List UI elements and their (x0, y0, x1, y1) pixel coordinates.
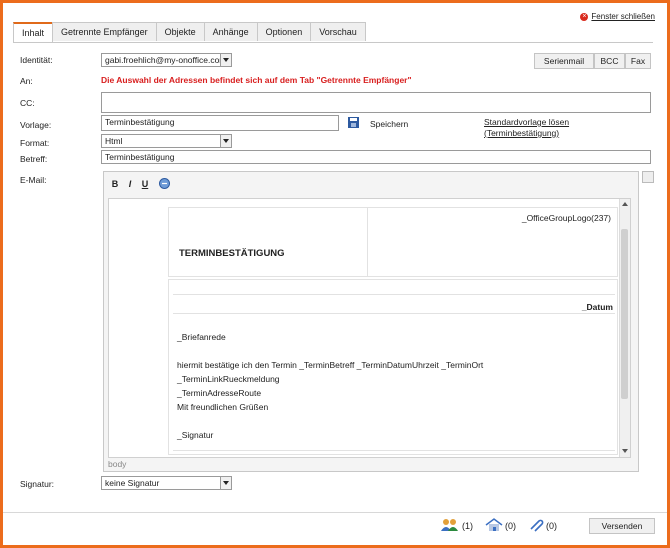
email-compose-window: × Fenster schließen Inhalt Getrennte Emp… (3, 3, 667, 545)
letter-heading: TERMINBESTÄTIGUNG (179, 248, 285, 259)
send-button[interactable]: Versenden (589, 518, 655, 534)
italic-button[interactable]: I (123, 177, 137, 191)
save-disk-icon[interactable] (348, 117, 359, 130)
contacts-counter[interactable]: (1) (440, 518, 473, 534)
contacts-count: (1) (462, 521, 473, 531)
attachments-count: (0) (546, 521, 557, 531)
betreff-label: Betreff: (20, 154, 48, 164)
fax-button[interactable]: Fax (625, 53, 651, 69)
tab-optionen[interactable]: Optionen (256, 22, 312, 41)
vorlage-label: Vorlage: (20, 120, 52, 130)
identity-value: gabi.froehlich@my-onoffice.com (105, 55, 227, 65)
logo-placeholder: _OfficeGroupLogo(237) (521, 213, 611, 223)
salutation-line: _Briefanrede (177, 332, 226, 342)
estates-counter[interactable]: (0) (485, 518, 516, 534)
cc-input[interactable] (101, 92, 651, 113)
tab-inhalt[interactable]: Inhalt (13, 22, 54, 43)
betreff-value: Terminbestätigung (105, 152, 175, 162)
close-window-link[interactable]: × Fenster schließen (580, 12, 655, 21)
format-value: Html (105, 136, 123, 146)
header-block: _OfficeGroupLogo(237) TERMINBESTÄTIGUNG (168, 207, 618, 277)
scroll-down-icon[interactable] (622, 449, 628, 453)
date-placeholder: _Datum (581, 302, 613, 312)
editor-scrollbar[interactable] (619, 199, 630, 457)
tab-anhaenge[interactable]: Anhänge (203, 22, 258, 41)
format-label: Format: (20, 138, 50, 148)
closing-line: Mit freundlichen Grüßen (177, 402, 269, 412)
signatur-select[interactable]: keine Signatur (101, 476, 232, 490)
tab-vorschau[interactable]: Vorschau (310, 22, 366, 41)
serienmail-button[interactable]: Serienmail (534, 53, 594, 69)
underline-button[interactable]: U (138, 177, 152, 191)
recipients-warning: Die Auswahl der Adressen befindet sich a… (101, 75, 412, 85)
close-window-label[interactable]: Fenster schließen (591, 12, 655, 21)
body-divider-top (173, 294, 615, 295)
house-icon (485, 518, 503, 534)
chevron-down-icon (220, 477, 231, 489)
standardvorlage-link[interactable]: Standardvorlage lösen (484, 117, 569, 127)
bcc-button[interactable]: BCC (594, 53, 625, 69)
identity-select[interactable]: gabi.froehlich@my-onoffice.com (101, 53, 232, 67)
footer-divider (3, 512, 667, 513)
source-code-icon[interactable] (159, 178, 170, 191)
vorlage-input[interactable]: Terminbestätigung (101, 115, 339, 131)
close-icon: × (580, 12, 589, 21)
chevron-down-icon (220, 54, 231, 66)
address-route-line: _TerminAdresseRoute (177, 388, 262, 398)
save-template-button[interactable]: Speichern (370, 119, 408, 129)
editor-expand-icon[interactable] (642, 171, 654, 183)
signatur-value: keine Signatur (105, 478, 160, 488)
html-editor: B I U _OfficeGroupLogo(237) TERMINBESTÄT… (103, 171, 639, 472)
letter-body-block: _Datum _Briefanrede hiermit bestätige ic… (168, 279, 618, 455)
email-label: E-Mail: (20, 175, 47, 185)
editor-status-path: body (108, 459, 127, 469)
tab-objekte[interactable]: Objekte (155, 22, 205, 41)
scroll-thumb[interactable] (621, 229, 628, 399)
tab-divider (13, 42, 653, 43)
header-divider (367, 208, 368, 276)
identity-label: Identität: (20, 55, 53, 65)
an-label: An: (20, 76, 33, 86)
signatur-label: Signatur: (20, 479, 55, 489)
scroll-up-icon[interactable] (622, 202, 628, 206)
feedback-link-line: _TerminLinkRueckmeldung (177, 374, 280, 384)
people-icon (440, 518, 460, 534)
body-divider-mid (173, 313, 615, 314)
tab-bar: Inhalt Getrennte Empfänger Objekte Anhän… (13, 22, 366, 43)
tab-getrennte-empfaenger[interactable]: Getrennte Empfänger (52, 22, 157, 41)
standardvorlage-link-sub[interactable]: (Terminbestätigung) (484, 128, 559, 138)
body-divider-bottom (173, 450, 615, 451)
vorlage-value: Terminbestätigung (105, 117, 175, 127)
attachments-counter[interactable]: (0) (528, 518, 557, 534)
format-select[interactable]: Html (101, 134, 232, 148)
signature-line: _Signatur (177, 430, 214, 440)
editor-content[interactable]: _OfficeGroupLogo(237) TERMINBESTÄTIGUNG … (108, 198, 631, 458)
betreff-input[interactable]: Terminbestätigung (101, 150, 651, 164)
cc-label: CC: (20, 98, 35, 108)
bold-button[interactable]: B (108, 177, 122, 191)
estates-count: (0) (505, 521, 516, 531)
confirmation-line: hiermit bestätige ich den Termin _Termin… (177, 360, 484, 370)
paperclip-icon (528, 518, 544, 534)
chevron-down-icon (220, 135, 231, 147)
